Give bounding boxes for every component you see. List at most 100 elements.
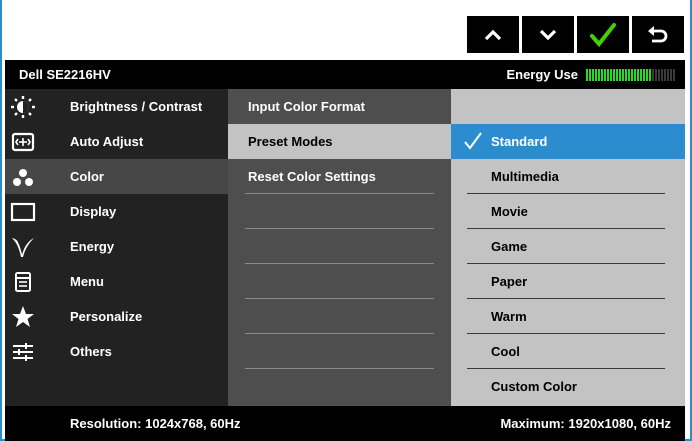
menu-item-personalize[interactable]: Personalize [5,299,228,334]
energy-meter-segment [673,68,675,81]
menu-item-energy[interactable]: Energy [5,229,228,264]
back-arrow-icon [648,25,668,42]
footer-bar: Resolution: 1024x768, 60Hz Maximum: 1920… [5,406,685,441]
energy-meter-segment [652,68,654,81]
preset-label: Movie [491,204,528,219]
submenu-item-empty [228,299,451,334]
energy-meter-segment [619,68,621,81]
nav-buttons [467,16,684,53]
menu-item-label: Menu [70,274,104,289]
energy-meter-segment [589,68,591,81]
preset-standard[interactable]: Standard [451,124,685,159]
preset-label: Cool [491,344,520,359]
energy-meter-segment [628,68,630,81]
color-icon [9,165,37,189]
preset-label: Multimedia [491,169,559,184]
energy-meter-segment [616,68,618,81]
divider [245,368,434,369]
color-submenu: Input Color Format Preset Modes Reset Co… [228,89,451,406]
current-resolution: Resolution: 1024x768, 60Hz [70,416,241,431]
energy-meter-segment [664,68,666,81]
up-button[interactable] [467,16,519,53]
energy-icon [9,235,37,259]
energy-meter-segment [622,68,624,81]
chevron-up-icon [484,29,502,40]
osd-menu: Brightness / Contrast Auto Adjust Color … [5,89,685,406]
energy-meter-segment [634,68,636,81]
energy-meter-segment [631,68,633,81]
energy-meter-segment [604,68,606,81]
checkmark-icon [464,132,482,150]
preset-spacer [451,89,685,124]
energy-meter-segment [646,68,648,81]
preset-game[interactable]: Game [451,229,685,264]
down-button[interactable] [522,16,574,53]
preset-label: Game [491,239,528,254]
monitor-model: Dell SE2216HV [19,67,111,82]
preset-warm[interactable]: Warm [451,299,685,334]
energy-meter-segment [661,68,663,81]
menu-item-menu[interactable]: Menu [5,264,228,299]
energy-meter-segment [658,68,660,81]
preset-movie[interactable]: Movie [451,194,685,229]
energy-use: Energy Use [506,67,675,82]
menu-item-label: Display [70,204,117,219]
menu-item-label: Personalize [70,309,143,324]
submenu-item-label: Input Color Format [248,99,365,114]
preset-multimedia[interactable]: Multimedia [451,159,685,194]
menu-item-others[interactable]: Others [5,334,228,369]
submenu-item-empty [228,229,451,264]
energy-meter-segment [670,68,672,81]
preset-label: Standard [491,134,548,149]
menu-item-auto-adjust[interactable]: Auto Adjust [5,124,228,159]
star-icon [9,305,37,329]
energy-meter-segment [607,68,609,81]
display-icon [9,200,37,224]
preset-modes-list: Standard Multimedia Movie Game Paper War… [451,89,685,406]
menu-icon [9,270,37,294]
others-icon [9,340,37,364]
submenu-item-preset-modes[interactable]: Preset Modes [228,124,451,159]
energy-meter-segment [595,68,597,81]
energy-meter [586,68,675,81]
preset-cool[interactable]: Cool [451,334,685,369]
menu-item-label: Auto Adjust [70,134,144,149]
auto-adjust-icon [9,130,37,154]
main-menu: Brightness / Contrast Auto Adjust Color … [5,89,228,406]
energy-meter-segment [613,68,615,81]
energy-label: Energy Use [506,67,578,82]
menu-item-label: Brightness / Contrast [70,99,203,114]
energy-meter-segment [667,68,669,81]
maximum-resolution: Maximum: 1920x1080, 60Hz [500,416,671,431]
confirm-button[interactable] [577,16,629,53]
menu-item-color[interactable]: Color [5,159,228,194]
brightness-icon [9,95,37,119]
preset-paper[interactable]: Paper [451,264,685,299]
preset-label: Paper [491,274,528,289]
menu-item-label: Color [70,169,104,184]
chevron-down-icon [539,29,557,40]
back-button[interactable] [632,16,684,53]
preset-label: Warm [491,309,527,324]
energy-meter-segment [655,68,657,81]
energy-meter-segment [598,68,600,81]
submenu-item-label: Preset Modes [248,134,333,149]
preset-custom-color[interactable]: Custom Color [451,369,685,404]
menu-item-label: Others [70,344,112,359]
submenu-item-empty [228,264,451,299]
energy-meter-segment [649,68,651,81]
menu-item-display[interactable]: Display [5,194,228,229]
energy-meter-segment [640,68,642,81]
submenu-item-input-color-format[interactable]: Input Color Format [228,89,451,124]
energy-meter-segment [625,68,627,81]
submenu-item-empty [228,334,451,369]
checkmark-icon [590,22,616,47]
energy-meter-segment [643,68,645,81]
submenu-item-label: Reset Color Settings [248,169,376,184]
energy-meter-segment [601,68,603,81]
submenu-item-reset-color-settings[interactable]: Reset Color Settings [228,159,451,194]
energy-meter-segment [586,68,588,81]
menu-item-label: Energy [70,239,115,254]
energy-meter-segment [592,68,594,81]
menu-item-brightness-contrast[interactable]: Brightness / Contrast [5,89,228,124]
